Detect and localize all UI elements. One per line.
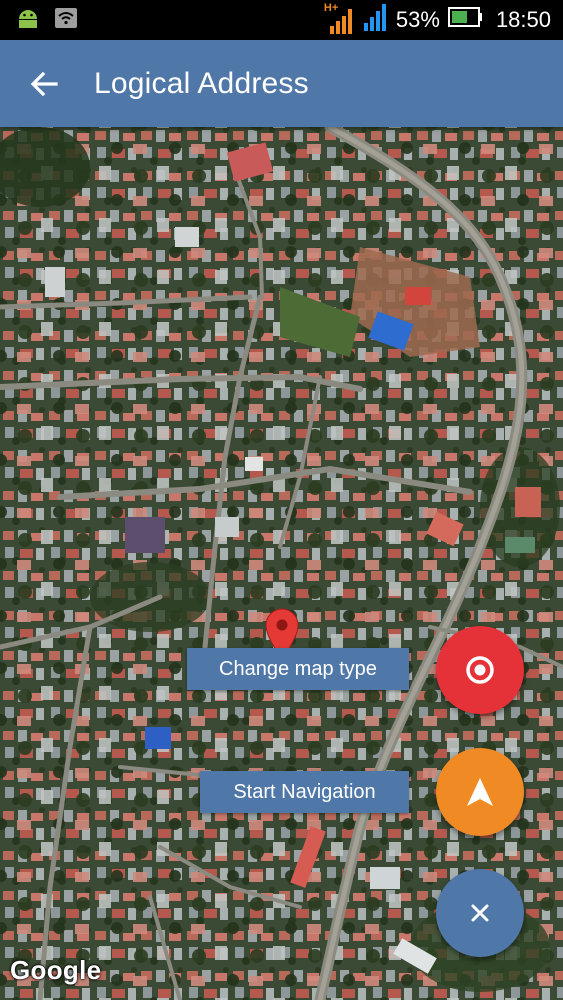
android-icon — [16, 7, 40, 34]
start-navigation-text: Start Navigation — [233, 780, 376, 803]
start-navigation-button[interactable] — [436, 748, 524, 836]
navigation-arrow-icon — [467, 778, 493, 806]
app-bar: Logical Address — [0, 40, 563, 127]
change-map-type-button[interactable] — [436, 626, 524, 714]
signal-icon: H+ — [324, 2, 354, 36]
change-map-type-label[interactable]: Change map type — [187, 648, 409, 690]
arrow-left-icon — [30, 71, 58, 96]
change-map-type-text: Change map type — [219, 657, 377, 680]
start-navigation-label[interactable]: Start Navigation — [200, 771, 409, 813]
battery-icon — [447, 6, 484, 34]
battery-percent: 53% — [395, 7, 440, 32]
clock: 18:50 — [495, 7, 551, 32]
target-icon — [466, 656, 494, 684]
status-bar: H+ 53% 18:50 — [0, 0, 563, 40]
page-title: Logical Address — [94, 66, 309, 100]
close-button[interactable] — [436, 869, 524, 957]
wifi-icon — [54, 7, 78, 34]
signal-icon — [362, 1, 388, 39]
google-attribution: Google — [10, 955, 102, 985]
close-icon — [471, 904, 489, 922]
back-button[interactable] — [14, 54, 74, 114]
